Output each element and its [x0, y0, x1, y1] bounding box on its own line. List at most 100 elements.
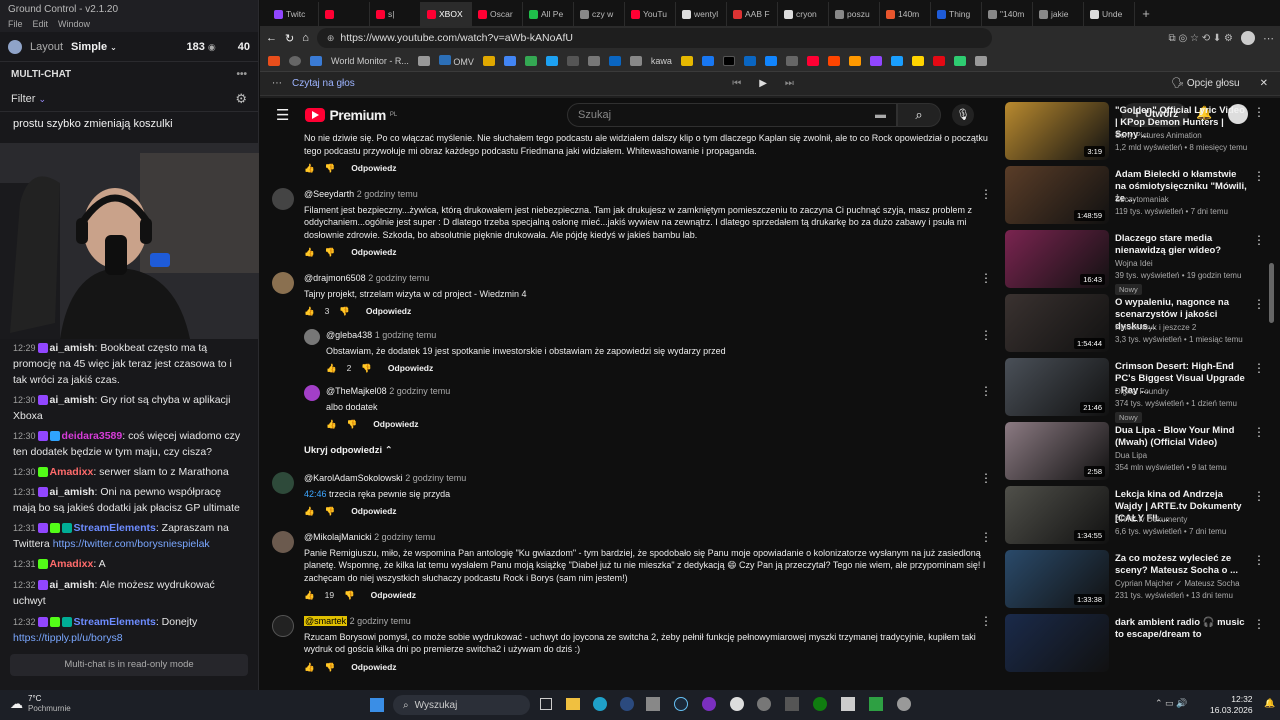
- hamburger-icon[interactable]: ☰: [276, 106, 289, 124]
- browser-tab[interactable]: poszu: [829, 2, 880, 26]
- more-icon[interactable]: ⋮: [1253, 617, 1265, 631]
- more-icon[interactable]: ⋮: [1253, 361, 1265, 375]
- back-icon[interactable]: ←: [266, 32, 277, 44]
- reply-button[interactable]: Odpowiedz: [388, 362, 433, 375]
- reply-button[interactable]: Odpowiedz: [371, 589, 416, 602]
- thumb-down-icon[interactable]: 👎: [325, 505, 336, 518]
- reply-button[interactable]: Odpowiedz: [373, 418, 418, 431]
- x-icon[interactable]: [722, 55, 735, 66]
- bookmark-icon[interactable]: [953, 55, 966, 66]
- voice-options-button[interactable]: 🗣 Opcje głosu: [1171, 78, 1239, 89]
- browser-tab[interactable]: cryon: [778, 2, 829, 26]
- bookmark-icon[interactable]: [701, 55, 714, 66]
- thumb-down-icon[interactable]: 👎: [325, 661, 336, 674]
- browser-tab[interactable]: "140m: [982, 2, 1033, 26]
- browser-tab[interactable]: Oscar: [472, 2, 523, 26]
- bookmark-icon[interactable]: [524, 55, 537, 66]
- video-title[interactable]: Dlaczego stare media nienawidzą gier wid…: [1115, 233, 1247, 257]
- chat-link[interactable]: https://tipply.pl/u/borys8: [13, 632, 123, 644]
- twitch-icon[interactable]: [869, 55, 882, 66]
- video-thumbnail[interactable]: 1:34:55: [1005, 486, 1109, 544]
- edge-icon[interactable]: [593, 697, 607, 711]
- recommended-video[interactable]: 3:19 "Golden" Official Lyric Video | KPop…: [1005, 102, 1270, 162]
- menu-window[interactable]: Window: [58, 19, 90, 31]
- thumb-down-icon[interactable]: 👎: [344, 589, 355, 602]
- reload-icon[interactable]: ↻: [285, 32, 294, 45]
- comment-author[interactable]: @drajmon6508: [304, 273, 366, 283]
- video-channel[interactable]: Kinocentryk i jeszcze 2: [1115, 323, 1196, 332]
- thumb-up-icon[interactable]: 👍: [304, 305, 315, 318]
- recommended-video[interactable]: 1:48:59 Adam Bielecki o kłamstwie na ośmi…: [1005, 166, 1270, 226]
- comment-author[interactable]: @KarolAdamSokolowski: [304, 473, 403, 483]
- more-icon[interactable]: ⋮: [1253, 105, 1265, 119]
- recommended-video[interactable]: 21:46 Crimson Desert: High-End PC's Bigge…: [1005, 358, 1270, 423]
- browser-tab[interactable]: YouTu: [625, 2, 676, 26]
- avatar[interactable]: [272, 615, 294, 637]
- comment-author[interactable]: @MikolajManicki: [304, 532, 372, 542]
- chat-user[interactable]: ai_amish: [50, 486, 95, 498]
- url-field[interactable]: ⊕ https://www.youtube.com/watch?v=aWb-kA…: [316, 28, 992, 48]
- reply-button[interactable]: Odpowiedz: [366, 305, 411, 318]
- chat-user[interactable]: StreamElements: [74, 616, 156, 628]
- reply-button[interactable]: Odpowiedz: [351, 246, 396, 259]
- start-icon[interactable]: [370, 698, 384, 712]
- timestamp-link[interactable]: 42:46: [304, 489, 327, 499]
- reply-button[interactable]: Odpowiedz: [351, 505, 396, 518]
- chat-user[interactable]: ai_amish: [50, 342, 95, 354]
- bookmark-icon[interactable]: [890, 55, 903, 66]
- bookmark-icon[interactable]: [785, 55, 798, 66]
- steam-icon[interactable]: [674, 697, 688, 711]
- browser-tab[interactable]: XBOX: [421, 2, 472, 26]
- video-thumbnail[interactable]: 21:46: [1005, 358, 1109, 416]
- bookmark-world-monitor[interactable]: World Monitor - R...: [331, 56, 409, 66]
- amazon-icon[interactable]: [848, 55, 861, 66]
- app-icon[interactable]: [757, 697, 771, 711]
- reply-button[interactable]: Odpowiedz: [351, 162, 396, 175]
- search-button[interactable]: ⌕: [897, 103, 941, 127]
- search-input[interactable]: Szukaj ▬: [567, 103, 897, 127]
- video-thumbnail[interactable]: 1:54:44: [1005, 294, 1109, 352]
- taskbar-search[interactable]: ⌕ Wyszukaj: [393, 695, 530, 715]
- video-channel[interactable]: Wojna Idei: [1115, 259, 1153, 268]
- weather-widget[interactable]: ☁ 7°C Pochmurnie: [10, 694, 71, 714]
- thumb-up-icon[interactable]: 👍: [326, 362, 337, 375]
- play-icon[interactable]: ▶: [759, 78, 767, 89]
- chat-user[interactable]: ai_amish: [50, 394, 95, 406]
- video-thumbnail[interactable]: 3:19: [1005, 102, 1109, 160]
- browser-tab[interactable]: Unde: [1084, 2, 1135, 26]
- more-icon[interactable]: ⋮: [980, 329, 992, 342]
- video-channel[interactable]: Sony Pictures Animation: [1115, 131, 1202, 140]
- video-channel[interactable]: ARTE.tv Dokumenty: [1115, 515, 1187, 524]
- video-channel[interactable]: Szczytomaniak: [1115, 195, 1169, 204]
- thumb-down-icon[interactable]: 👎: [339, 305, 350, 318]
- comment-time[interactable]: 2 godziny temu: [405, 473, 466, 483]
- video-title[interactable]: dark ambient radio 🎧 music to escape/dre…: [1115, 617, 1247, 641]
- comment-author[interactable]: @TheMajkel08: [326, 386, 387, 396]
- more-icon[interactable]: ⋮: [1253, 233, 1265, 247]
- maps-icon[interactable]: [730, 697, 744, 711]
- video-thumbnail[interactable]: 1:33:38: [1005, 550, 1109, 608]
- browser-tab[interactable]: Thing: [931, 2, 982, 26]
- browser-tab[interactable]: Twitc: [268, 2, 319, 26]
- netflix-icon[interactable]: [932, 55, 945, 66]
- app-icon[interactable]: [869, 697, 883, 711]
- thumb-up-icon[interactable]: 👍: [304, 505, 315, 518]
- avatar[interactable]: [304, 385, 320, 401]
- browser-tab[interactable]: s|: [370, 2, 421, 26]
- notification-icon[interactable]: 🔔: [1264, 698, 1275, 709]
- bookmark-kawa[interactable]: kawa: [651, 56, 672, 66]
- thumb-up-icon[interactable]: 👍: [304, 589, 315, 602]
- youtube-logo[interactable]: Premium PL: [305, 107, 397, 123]
- new-tab-button[interactable]: +: [1135, 2, 1157, 26]
- hide-replies-button[interactable]: Ukryj odpowiedzi ⌃: [304, 445, 393, 456]
- more-icon[interactable]: ⋮: [980, 531, 992, 544]
- browser-tab[interactable]: [319, 2, 370, 26]
- youtube-icon[interactable]: [806, 55, 819, 66]
- thumb-down-icon[interactable]: 👎: [347, 418, 358, 431]
- layout-select[interactable]: Simple ⌄: [71, 41, 117, 53]
- more-icon[interactable]: ⋮: [980, 615, 992, 628]
- comment-time[interactable]: 2 godziny temu: [389, 386, 450, 396]
- video-channel[interactable]: Dua Lipa: [1115, 451, 1147, 460]
- prev-icon[interactable]: ⏮: [732, 78, 741, 89]
- more-icon[interactable]: ⋮: [1253, 489, 1265, 503]
